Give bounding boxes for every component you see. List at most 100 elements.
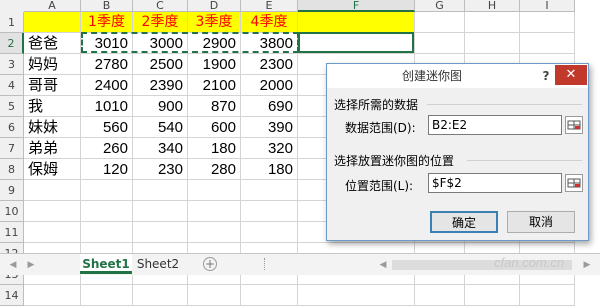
cell-D5[interactable]: 870 — [188, 96, 241, 117]
range-select-icon[interactable] — [565, 116, 583, 134]
help-button[interactable]: ? — [537, 67, 555, 85]
ok-button[interactable]: 确定 — [430, 211, 498, 233]
triangle-left-icon[interactable]: ◀ — [8, 259, 18, 271]
cell-I1[interactable] — [520, 12, 575, 33]
cell-D3[interactable]: 1900 — [188, 54, 241, 75]
row-header-10[interactable]: 10 — [0, 201, 24, 222]
row-header-11[interactable]: 11 — [0, 222, 24, 243]
cell-B8[interactable]: 120 — [81, 159, 133, 180]
row-header-9[interactable]: 9 — [0, 180, 24, 201]
row-header-5[interactable]: 5 — [0, 96, 24, 117]
cell-E3[interactable]: 2300 — [241, 54, 298, 75]
cell-B10[interactable] — [81, 201, 133, 222]
cell-A2[interactable]: 爸爸 — [24, 33, 81, 54]
cell-D1[interactable]: 3季度 — [188, 12, 241, 33]
cell-D11[interactable] — [188, 222, 241, 243]
cell-C10[interactable] — [133, 201, 188, 222]
column-header-D[interactable]: D — [188, 0, 241, 12]
cell-A1[interactable] — [24, 12, 81, 33]
active-cell-F2[interactable] — [298, 32, 414, 53]
cell-D9[interactable] — [188, 180, 241, 201]
row-header-8[interactable]: 8 — [0, 159, 24, 180]
cell-I14[interactable] — [520, 285, 575, 306]
cell-A9[interactable] — [24, 180, 81, 201]
cell-C9[interactable] — [133, 180, 188, 201]
cell-B11[interactable] — [81, 222, 133, 243]
column-header-G[interactable]: G — [415, 0, 465, 12]
location-range-input[interactable]: $F$2 — [428, 173, 562, 193]
cell-H1[interactable] — [465, 12, 520, 33]
cell-A11[interactable] — [24, 222, 81, 243]
cell-B9[interactable] — [81, 180, 133, 201]
cell-B1[interactable]: 1季度 — [81, 12, 133, 33]
row-header-14[interactable]: 14 — [0, 285, 24, 306]
cell-C3[interactable]: 2500 — [133, 54, 188, 75]
scroll-left-icon[interactable]: ◀ — [378, 259, 388, 271]
cell-B14[interactable] — [81, 285, 133, 306]
cell-I2[interactable] — [520, 33, 575, 54]
row-header-2[interactable]: 2 — [0, 33, 24, 54]
column-header-C[interactable]: C — [133, 0, 188, 12]
cell-F14[interactable] — [298, 285, 415, 306]
cell-B5[interactable]: 1010 — [81, 96, 133, 117]
cell-B4[interactable]: 2400 — [81, 75, 133, 96]
cell-D7[interactable]: 180 — [188, 138, 241, 159]
cell-C7[interactable]: 340 — [133, 138, 188, 159]
cell-D14[interactable] — [188, 285, 241, 306]
cell-C6[interactable]: 540 — [133, 117, 188, 138]
cell-C11[interactable] — [133, 222, 188, 243]
cell-B3[interactable]: 2780 — [81, 54, 133, 75]
range-select-icon[interactable] — [565, 174, 583, 192]
cell-H14[interactable] — [465, 285, 520, 306]
cell-A14[interactable] — [24, 285, 81, 306]
data-range-input[interactable]: B2:E2 — [428, 115, 562, 135]
column-header-H[interactable]: H — [465, 0, 520, 12]
cell-D4[interactable]: 2100 — [188, 75, 241, 96]
cell-C4[interactable]: 2390 — [133, 75, 188, 96]
cell-C1[interactable]: 2季度 — [133, 12, 188, 33]
cancel-button[interactable]: 取消 — [507, 211, 575, 233]
cell-A8[interactable]: 保姆 — [24, 159, 81, 180]
column-header-A[interactable]: A — [24, 0, 81, 12]
cell-E7[interactable]: 320 — [241, 138, 298, 159]
cell-A10[interactable] — [24, 201, 81, 222]
cell-A4[interactable]: 哥哥 — [24, 75, 81, 96]
cell-E11[interactable] — [241, 222, 298, 243]
cell-E5[interactable]: 690 — [241, 96, 298, 117]
cell-E9[interactable] — [241, 180, 298, 201]
row-header-1[interactable]: 1 — [0, 12, 24, 33]
tab-sheet1[interactable]: Sheet1 — [80, 254, 132, 274]
cell-B6[interactable]: 560 — [81, 117, 133, 138]
column-header-B[interactable]: B — [81, 0, 133, 12]
column-header-E[interactable]: E — [241, 0, 298, 12]
tab-splitter[interactable] — [264, 258, 267, 270]
cell-A3[interactable]: 妈妈 — [24, 54, 81, 75]
cell-E10[interactable] — [241, 201, 298, 222]
cell-A5[interactable]: 我 — [24, 96, 81, 117]
cell-E14[interactable] — [241, 285, 298, 306]
cell-C8[interactable]: 230 — [133, 159, 188, 180]
tab-sheet2[interactable]: Sheet2 — [135, 254, 181, 274]
cell-A7[interactable]: 弟弟 — [24, 138, 81, 159]
cell-C14[interactable] — [133, 285, 188, 306]
cell-F1[interactable] — [298, 12, 415, 33]
cell-E4[interactable]: 2000 — [241, 75, 298, 96]
cell-A6[interactable]: 妹妹 — [24, 117, 81, 138]
cell-G2[interactable] — [415, 33, 465, 54]
cell-C5[interactable]: 900 — [133, 96, 188, 117]
cell-D10[interactable] — [188, 201, 241, 222]
row-header-3[interactable]: 3 — [0, 54, 24, 75]
cell-E6[interactable]: 390 — [241, 117, 298, 138]
close-button[interactable]: ✕ — [555, 65, 587, 85]
cell-D6[interactable]: 600 — [188, 117, 241, 138]
row-header-6[interactable]: 6 — [0, 117, 24, 138]
column-header-F[interactable]: F — [298, 0, 415, 12]
cell-B7[interactable]: 260 — [81, 138, 133, 159]
column-header-I[interactable]: I — [520, 0, 575, 12]
add-sheet-button[interactable]: + — [203, 257, 217, 271]
cell-D8[interactable]: 280 — [188, 159, 241, 180]
row-header-4[interactable]: 4 — [0, 75, 24, 96]
dialog-title-bar[interactable]: 创建迷你图 ? ✕ — [327, 64, 588, 88]
cell-H2[interactable] — [465, 33, 520, 54]
cell-E8[interactable]: 180 — [241, 159, 298, 180]
